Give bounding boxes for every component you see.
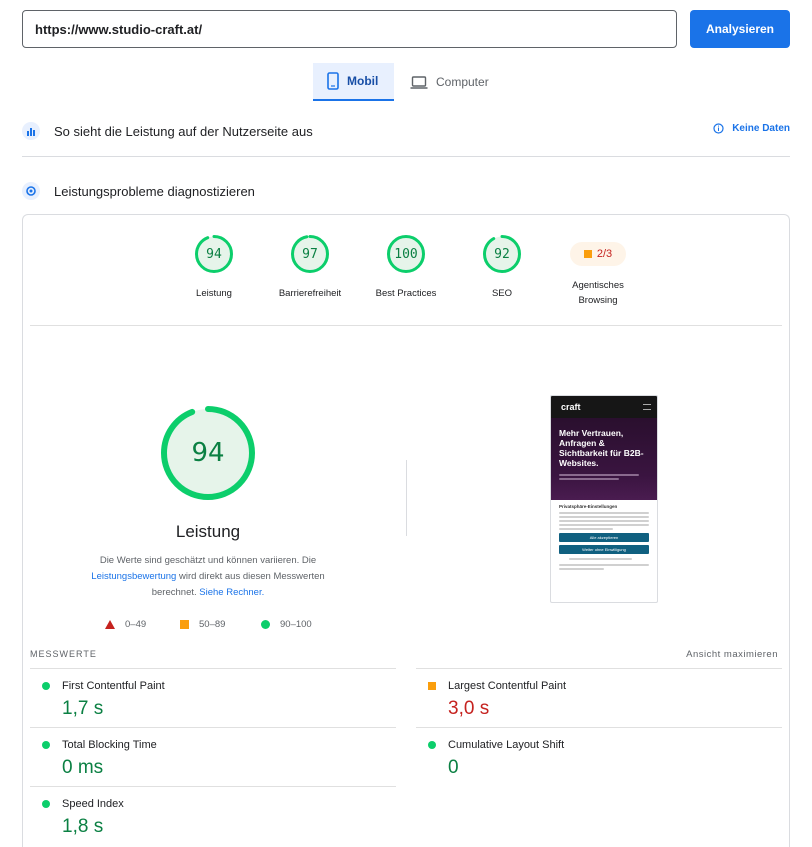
field-data-title: So sieht die Leistung auf der Nutzerseit…	[54, 123, 313, 139]
score-link[interactable]: Leistungsbewertung	[91, 571, 176, 582]
no-data-label: Keine Daten	[732, 123, 790, 134]
pass-circle-icon	[42, 800, 50, 808]
vertical-divider	[406, 460, 407, 536]
maximize-view-link[interactable]: Ansicht maximieren	[686, 649, 778, 660]
url-input[interactable]: https://www.studio-craft.at/	[22, 10, 677, 48]
diagnose-icon	[22, 182, 40, 200]
section-divider	[22, 156, 790, 157]
gauge-seo[interactable]: 92 SEO	[457, 234, 547, 301]
agentic-label-line1: Agentisches	[572, 280, 624, 291]
legend-pass: 90–100	[261, 617, 312, 631]
metric-speed-index[interactable]: Speed Index 1,8 s	[30, 786, 396, 845]
main-score-gauge: 94	[160, 405, 256, 501]
gauge-score: 94	[206, 246, 222, 262]
legend-pass-label: 90–100	[280, 618, 312, 630]
hamburger-icon	[643, 404, 651, 410]
gauge-score: 97	[302, 246, 318, 262]
metric-value: 3,0 s	[448, 698, 490, 719]
smartphone-icon	[327, 72, 339, 90]
main-score-number: 94	[191, 438, 225, 468]
metric-value: 1,8 s	[62, 816, 104, 837]
pass-circle-icon	[261, 619, 270, 629]
tab-desktop[interactable]: Computer	[396, 63, 506, 101]
metric-label: First Contentful Paint	[62, 680, 165, 692]
gauge-agentic-browsing[interactable]: 2/3 Agentisches Browsing	[553, 234, 643, 308]
screenshot-headline: Mehr Vertrauen, Anfragen & Sichtbarkeit …	[559, 428, 644, 468]
main-score-title: Leistung	[175, 522, 241, 541]
gauge-label: Barrierefreiheit	[278, 288, 342, 299]
metric-label: Largest Contentful Paint	[448, 680, 567, 692]
screenshot-privacy-title: Privatsphäre-Einstellungen	[559, 504, 618, 509]
metrics-title: MESSWERTE	[30, 649, 97, 659]
metric-value: 0	[448, 757, 459, 778]
screenshot-hero: Mehr Vertrauen, Anfragen & Sichtbarkeit …	[551, 418, 657, 500]
final-screenshot[interactable]: craft Mehr Vertrauen, Anfragen & Sichtba…	[550, 395, 658, 603]
metric-label: Cumulative Layout Shift	[448, 739, 565, 751]
analyze-button[interactable]: Analysieren	[690, 10, 790, 48]
pass-circle-icon	[42, 741, 50, 749]
gauge-best-practices[interactable]: 100 Best Practices	[361, 234, 451, 301]
lab-data-title: Leistungsprobleme diagnostizieren	[54, 183, 255, 199]
info-icon	[713, 123, 724, 134]
metric-label: Total Blocking Time	[62, 739, 157, 751]
gauge-performance[interactable]: 94 Leistung	[169, 234, 259, 301]
no-data-link[interactable]: Keine Daten	[713, 123, 790, 134]
pass-circle-icon	[42, 682, 50, 690]
gauge-score: 92	[494, 246, 510, 262]
tab-mobile-label: Mobil	[347, 74, 379, 88]
screenshot-cookie-panel: Privatsphäre-Einstellungen Alle akzeptie…	[551, 500, 657, 576]
screenshot-accept-button: Alle akzeptieren	[559, 533, 649, 542]
average-square-icon	[180, 619, 189, 629]
tab-mobile[interactable]: Mobil	[313, 63, 394, 101]
agentic-label-line2: Browsing	[578, 295, 618, 306]
gauge-label: Best Practices	[375, 288, 437, 299]
screenshot-header: craft	[551, 396, 657, 418]
calculator-link[interactable]: Siehe Rechner.	[199, 587, 264, 598]
gauge-label: Leistung	[196, 288, 232, 299]
gauge-label: SEO	[491, 288, 513, 299]
gauges-divider	[30, 325, 782, 326]
metric-value: 0 ms	[62, 757, 104, 778]
laptop-icon	[410, 75, 428, 89]
metric-label: Speed Index	[62, 798, 124, 810]
agentic-badge: 2/3	[570, 242, 626, 266]
legend-average: 50–89	[180, 617, 225, 631]
tab-desktop-label: Computer	[436, 75, 489, 89]
metric-tbt[interactable]: Total Blocking Time 0 ms	[30, 727, 396, 786]
screenshot-subline	[559, 474, 649, 480]
fail-triangle-icon	[105, 619, 115, 629]
screenshot-logo: craft	[561, 402, 581, 412]
lab-data-header: Leistungsprobleme diagnostizieren	[22, 171, 790, 211]
gauge-label: Agentisches Browsing	[553, 278, 643, 308]
metric-cls[interactable]: Cumulative Layout Shift 0	[416, 727, 782, 786]
metric-fcp[interactable]: First Contentful Paint 1,7 s	[30, 668, 396, 727]
legend-fail: 0–49	[105, 617, 146, 631]
desc-text: Die Werte sind geschätzt und können vari…	[99, 555, 317, 566]
legend-average-label: 50–89	[199, 618, 226, 630]
average-square-icon	[428, 682, 436, 690]
gauge-accessibility[interactable]: 97 Barrierefreiheit	[265, 234, 355, 301]
average-square-icon	[583, 250, 592, 258]
users-icon	[22, 122, 40, 140]
metric-value: 1,7 s	[62, 698, 104, 719]
field-data-header: So sieht die Leistung auf der Nutzerseit…	[22, 111, 790, 151]
screenshot-continue-button: Weiter ohne Einwilligung	[559, 545, 649, 554]
metric-lcp[interactable]: Largest Contentful Paint 3,0 s	[416, 668, 782, 727]
agentic-score: 2/3	[596, 248, 613, 260]
pass-circle-icon	[428, 741, 436, 749]
gauge-score: 100	[394, 246, 418, 262]
legend-fail-label: 0–49	[125, 618, 147, 630]
main-score-description: Die Werte sind geschätzt und können vari…	[70, 553, 346, 601]
